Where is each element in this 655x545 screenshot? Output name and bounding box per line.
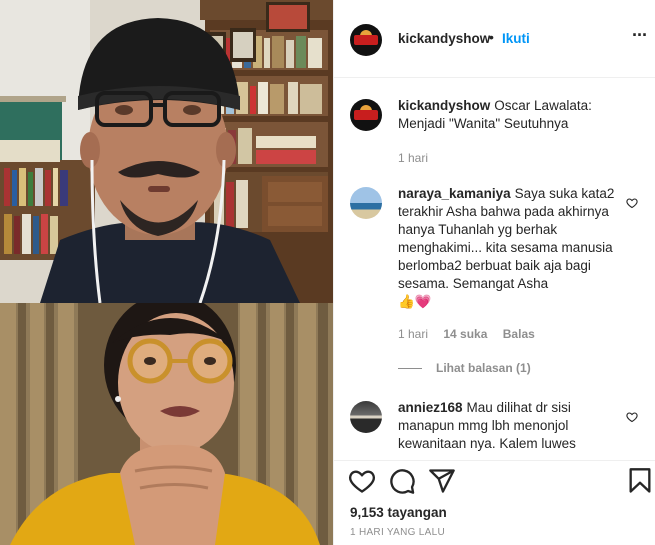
comments-list[interactable]: kickandyshow Oscar Lawalata: Menjadi "Wan…	[334, 79, 655, 459]
comment-username[interactable]: naraya_kamaniya	[398, 186, 511, 201]
post-panel: kickandyshow • Ikuti ··· kickandyshow Osc…	[333, 0, 655, 545]
view-replies-label: Lihat balasan (1)	[436, 361, 531, 375]
bookmark-icon[interactable]	[626, 467, 654, 495]
heart-icon[interactable]	[626, 411, 638, 423]
video-frame-top	[0, 0, 333, 303]
follow-button[interactable]: Ikuti	[502, 31, 530, 46]
avatar[interactable]	[350, 187, 382, 219]
separator-dot: •	[489, 29, 494, 45]
caption-meta: 1 hari	[398, 151, 440, 165]
avatar[interactable]	[350, 24, 382, 56]
action-bar: 9,153 tayangan 1 HARI YANG LALU	[334, 460, 655, 545]
video-player[interactable]	[0, 0, 333, 545]
comment-emoji: 👍💗	[398, 294, 432, 309]
avatar[interactable]	[350, 401, 382, 433]
heart-icon[interactable]	[626, 197, 638, 209]
caption-text: kickandyshow Oscar Lawalata: Menjadi "Wan…	[398, 97, 628, 133]
header-username[interactable]: kickandyshow	[398, 31, 490, 46]
participant-man-image	[0, 0, 333, 303]
view-replies-button[interactable]: Lihat balasan (1)	[398, 361, 531, 375]
share-icon[interactable]	[428, 467, 456, 495]
caption-time[interactable]: 1 hari	[398, 151, 428, 165]
avatar[interactable]	[350, 99, 382, 131]
heart-icon[interactable]	[348, 467, 376, 495]
comment-text: anniez168 Mau dilihat dr sisi manapun mmg…	[398, 399, 618, 453]
post-header: kickandyshow • Ikuti ···	[334, 0, 655, 78]
view-count[interactable]: 9,153 tayangan	[350, 505, 447, 520]
reply-button[interactable]: Balas	[503, 327, 535, 341]
caption-username[interactable]: kickandyshow	[398, 98, 490, 113]
comment-text: naraya_kamaniya Saya suka kata2 terakhir …	[398, 185, 618, 311]
comment-username[interactable]: anniez168	[398, 400, 463, 415]
comment-meta: 1 hari 14 suka Balas	[398, 327, 547, 341]
comment-icon[interactable]	[388, 467, 416, 495]
comment-body: Saya suka kata2 terakhir Asha bahwa pada…	[398, 186, 615, 291]
video-frame-bottom	[0, 303, 333, 545]
post-timestamp[interactable]: 1 HARI YANG LALU	[350, 527, 445, 538]
comment-time[interactable]: 1 hari	[398, 327, 428, 341]
more-horizontal-icon[interactable]: ···	[632, 26, 650, 48]
comment-likes[interactable]: 14 suka	[443, 327, 487, 341]
participant-woman-image	[0, 303, 333, 545]
